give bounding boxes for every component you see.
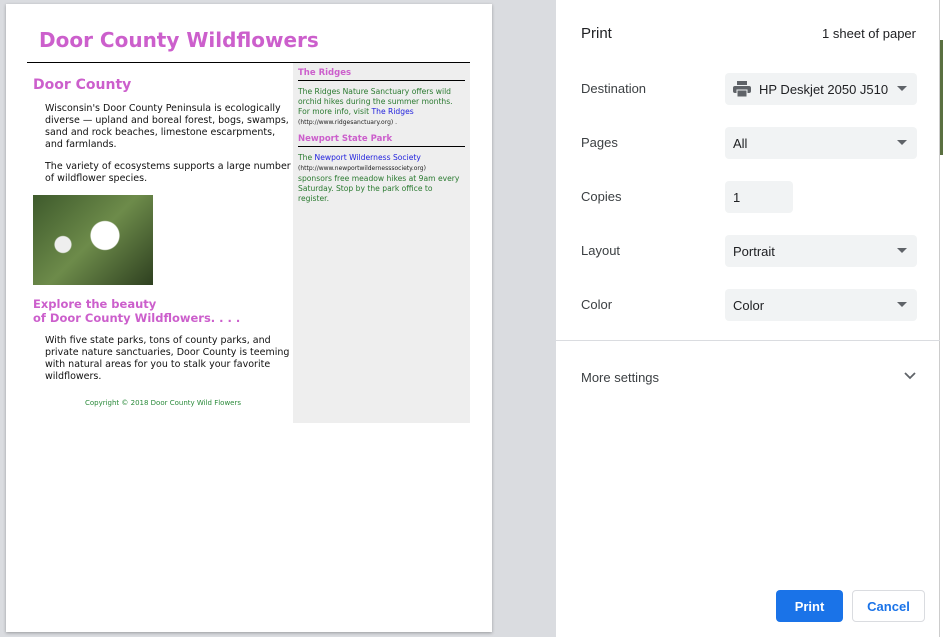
color-select[interactable]: Color xyxy=(725,289,917,321)
divider xyxy=(556,340,940,341)
sidebar-text: The Ridges Nature Sanctuary offers wild … xyxy=(298,87,465,128)
sidebar: The Ridges The Ridges Nature Sanctuary o… xyxy=(293,63,470,423)
more-settings-label: More settings xyxy=(581,370,660,385)
text: . xyxy=(393,119,398,126)
copies-label: Copies xyxy=(581,189,622,204)
copyright: Copyright © 2018 Door County Wild Flower… xyxy=(84,399,242,407)
copies-value: 1 xyxy=(733,189,741,205)
pages-value: All xyxy=(733,135,748,151)
color-label: Color xyxy=(581,297,613,312)
print-title: Print xyxy=(581,25,612,42)
color-value: Color xyxy=(733,297,765,313)
layout-value: Portrait xyxy=(733,243,775,259)
paragraph: The variety of ecosystems supports a lar… xyxy=(45,161,291,184)
sidebar-heading: Newport State Park xyxy=(298,134,465,147)
preview-page: Door County Wildflowers Door County Wisc… xyxy=(6,4,492,632)
copies-input[interactable]: 1 xyxy=(725,181,793,213)
destination-value: HP Deskjet 2050 J510 xyxy=(759,81,889,97)
pages-label: Pages xyxy=(581,135,618,150)
main-column: Door County Wisconsin's Door County Peni… xyxy=(33,63,293,407)
paragraph: With five state parks, tons of county pa… xyxy=(45,335,290,382)
trillium-photo xyxy=(33,195,153,285)
text: The xyxy=(298,153,315,162)
print-settings-panel: Print 1 sheet of paper Destination HP De… xyxy=(556,0,940,637)
page-title: Door County Wildflowers xyxy=(39,28,319,52)
destination-select[interactable]: HP Deskjet 2050 J510 xyxy=(725,73,917,105)
print-preview-area: Door County Wildflowers Door County Wisc… xyxy=(0,0,556,637)
newport-link[interactable]: Newport Wilderness Society xyxy=(315,153,421,162)
dropdown-arrow-icon xyxy=(897,248,907,253)
dropdown-arrow-icon xyxy=(897,140,907,145)
pages-select[interactable]: All xyxy=(725,127,917,159)
chevron-down-icon xyxy=(904,372,916,380)
sheet-count: 1 sheet of paper xyxy=(822,26,916,41)
destination-label: Destination xyxy=(581,81,647,96)
ridges-link[interactable]: The Ridges xyxy=(372,107,414,116)
url: (http://www.newportwildernesssociety.org… xyxy=(298,165,426,172)
layout-label: Layout xyxy=(581,243,621,258)
text: sponsors free meadow hikes at 9am every … xyxy=(298,174,460,203)
more-settings-toggle[interactable]: More settings xyxy=(581,370,916,385)
section-heading: Door County xyxy=(33,77,132,93)
sidebar-heading: The Ridges xyxy=(298,68,465,81)
printer-icon xyxy=(733,81,751,97)
url: (http://www.ridgesanctuary.org) xyxy=(298,119,394,126)
paragraph: Wisconsin's Door County Peninsula is eco… xyxy=(45,103,289,150)
heading-line: Explore the beauty xyxy=(33,297,157,311)
dropdown-arrow-icon xyxy=(897,302,907,307)
print-button[interactable]: Print xyxy=(776,590,843,622)
sidebar-text: The Newport Wilderness Society (http://ww… xyxy=(298,153,465,204)
layout-select[interactable]: Portrait xyxy=(725,235,917,267)
cancel-button[interactable]: Cancel xyxy=(852,590,925,622)
dropdown-arrow-icon xyxy=(897,86,907,91)
heading-line: of Door County Wildflowers. . . . xyxy=(33,311,241,325)
section-heading: Explore the beauty of Door County Wildflo… xyxy=(33,297,293,325)
